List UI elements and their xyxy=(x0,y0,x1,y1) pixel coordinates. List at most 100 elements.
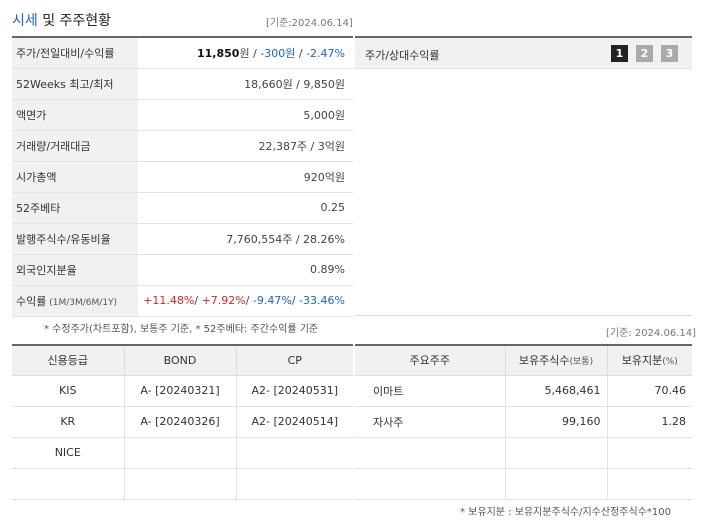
current-price: 11,850 xyxy=(197,46,240,60)
return-1y: -33.46% xyxy=(299,294,345,307)
holders-header-stake: 보유지분(%) xyxy=(607,344,692,376)
credit-agency: KR xyxy=(12,406,125,438)
table-row xyxy=(355,437,692,469)
major-shareholders-table: 주요주주 보유주식수(보통) 보유지분(%) 이마트 5,468,461 70.… xyxy=(355,344,692,500)
foreign-ownership-label: 외국인지분율 xyxy=(12,254,138,286)
cp-rating xyxy=(236,437,353,469)
returns-value: +11.48%/ +7.92%/ -9.47%/ -33.46% xyxy=(138,285,353,317)
stake-header-label: 보유지분 xyxy=(621,354,663,368)
shares-header-label: 보유주식수 xyxy=(518,354,570,368)
price-change-pct: -2.47% xyxy=(306,46,345,60)
bond-rating: A- [20240326] xyxy=(124,406,237,438)
holder-shares xyxy=(505,468,608,500)
52week-value: 18,660원 / 9,850원 xyxy=(138,68,353,100)
holders-footnote: * 보유지분 : 보유지분주식수/지수산정주식수*100 xyxy=(460,507,671,518)
price-footnote: * 수정주가(차트포함), 보통주 기준, * 52주베타: 주간수익률 기준 xyxy=(44,324,319,335)
table-row: KR A- [20240326] A2- [20240514] xyxy=(12,406,353,438)
price-change: -300원 xyxy=(260,46,296,60)
section-title: 시세 및 주주현황 xyxy=(12,10,111,30)
shares-row: 발행주식수/유동비율 7,760,554주 / 28.26% xyxy=(12,223,353,255)
volume-row: 거래량/거래대금 22,387주 / 3억원 xyxy=(12,130,353,162)
beta-value: 0.25 xyxy=(138,192,353,224)
separator: / xyxy=(194,294,202,307)
market-cap-label: 시가총액 xyxy=(12,161,138,193)
market-cap-value: 920억원 xyxy=(138,161,353,193)
holder-stake xyxy=(607,468,692,500)
credit-agency xyxy=(12,468,125,500)
table-row: KIS A- [20240321] A2- [20240531] xyxy=(12,375,353,407)
separator: / xyxy=(291,294,300,307)
holders-base-date: [기준: 2024.06.14] xyxy=(606,328,697,339)
credit-agency: KIS xyxy=(12,375,125,407)
title-rest: 및 주주현황 xyxy=(37,13,112,29)
title-highlight: 시세 xyxy=(12,13,38,29)
holder-stake: 70.46 xyxy=(607,375,692,407)
separator: / xyxy=(249,46,261,60)
credit-header-agency: 신용등급 xyxy=(12,344,125,376)
credit-header-row: 신용등급 BOND CP xyxy=(12,344,353,376)
bond-rating: A- [20240321] xyxy=(124,375,237,407)
holder-shares: 5,468,461 xyxy=(505,375,608,407)
price-value: 11,850원 / -300원 / -2.47% xyxy=(138,37,353,69)
price-label: 주가/전일대비/수익률 xyxy=(12,37,138,69)
chart-header: 주가/상대수익률 1 2 3 xyxy=(355,38,692,69)
separator: / xyxy=(245,294,253,307)
chart-page-3-button[interactable]: 3 xyxy=(661,45,678,62)
bond-rating xyxy=(124,437,237,469)
par-value-row: 액면가 5,000원 xyxy=(12,99,353,131)
holders-header-shares: 보유주식수(보통) xyxy=(505,344,608,376)
beta-row: 52주베타 0.25 xyxy=(12,192,353,224)
returns-label-periods: (1M/3M/6M/1Y) xyxy=(46,297,118,308)
chart-page-1-button[interactable]: 1 xyxy=(611,45,628,62)
shares-header-sub: (보통) xyxy=(569,357,594,368)
returns-label-main: 수익률 xyxy=(16,294,47,308)
base-date: [기준:2024.06.14] xyxy=(266,18,353,29)
table-row xyxy=(12,468,353,500)
beta-label: 52주베타 xyxy=(12,192,138,224)
par-value-label: 액면가 xyxy=(12,99,138,131)
stake-header-sub: (%) xyxy=(662,357,678,368)
shares-value: 7,760,554주 / 28.26% xyxy=(138,223,353,255)
holder-shares: 99,160 xyxy=(505,406,608,438)
returns-row: 수익률 (1M/3M/6M/1Y) +11.48%/ +7.92%/ -9.47… xyxy=(12,285,353,317)
credit-header-cp: CP xyxy=(236,344,353,376)
stock-chart-panel: 주가/상대수익률 1 2 3 xyxy=(355,36,692,316)
table-row: 이마트 5,468,461 70.46 xyxy=(355,375,692,407)
credit-rating-table: 신용등급 BOND CP KIS A- [20240321] A2- [2024… xyxy=(12,344,353,500)
foreign-ownership-row: 외국인지분율 0.89% xyxy=(12,254,353,286)
return-1m: +11.48% xyxy=(143,294,195,307)
holder-name: 이마트 xyxy=(355,375,506,407)
table-row xyxy=(355,468,692,500)
cp-rating: A2- [20240514] xyxy=(236,406,353,438)
price-unit: 원 xyxy=(239,46,250,60)
bond-rating xyxy=(124,468,237,500)
cp-rating xyxy=(236,468,353,500)
holder-name xyxy=(355,468,506,500)
credit-header-bond: BOND xyxy=(124,344,237,376)
holders-header-name: 주요주주 xyxy=(355,344,506,376)
market-cap-row: 시가총액 920억원 xyxy=(12,161,353,193)
chart-title: 주가/상대수익률 xyxy=(365,49,440,62)
foreign-ownership-value: 0.89% xyxy=(138,254,353,286)
returns-label: 수익률 (1M/3M/6M/1Y) xyxy=(12,285,138,317)
shares-label: 발행주식수/유동비율 xyxy=(12,223,138,255)
credit-agency: NICE xyxy=(12,437,125,469)
return-3m: +7.92% xyxy=(201,294,246,307)
par-value-value: 5,000원 xyxy=(138,99,353,131)
holder-name: 자사주 xyxy=(355,406,506,438)
volume-label: 거래량/거래대금 xyxy=(12,130,138,162)
price-row: 주가/전일대비/수익률 11,850원 / -300원 / -2.47% xyxy=(12,37,353,69)
chart-page-2-button[interactable]: 2 xyxy=(636,45,653,62)
holder-name xyxy=(355,437,506,469)
holder-shares xyxy=(505,437,608,469)
separator: / xyxy=(295,46,307,60)
holder-stake: 1.28 xyxy=(607,406,692,438)
holders-header-row: 주요주주 보유주식수(보통) 보유지분(%) xyxy=(355,344,692,376)
52week-row: 52Weeks 최고/최저 18,660원 / 9,850원 xyxy=(12,68,353,100)
return-6m: -9.47% xyxy=(252,294,292,307)
chart-area xyxy=(355,69,692,316)
holder-stake xyxy=(607,437,692,469)
price-summary-table: 주가/전일대비/수익률 11,850원 / -300원 / -2.47% 52W… xyxy=(12,36,353,317)
52week-label: 52Weeks 최고/최저 xyxy=(12,68,138,100)
table-row: 자사주 99,160 1.28 xyxy=(355,406,692,438)
